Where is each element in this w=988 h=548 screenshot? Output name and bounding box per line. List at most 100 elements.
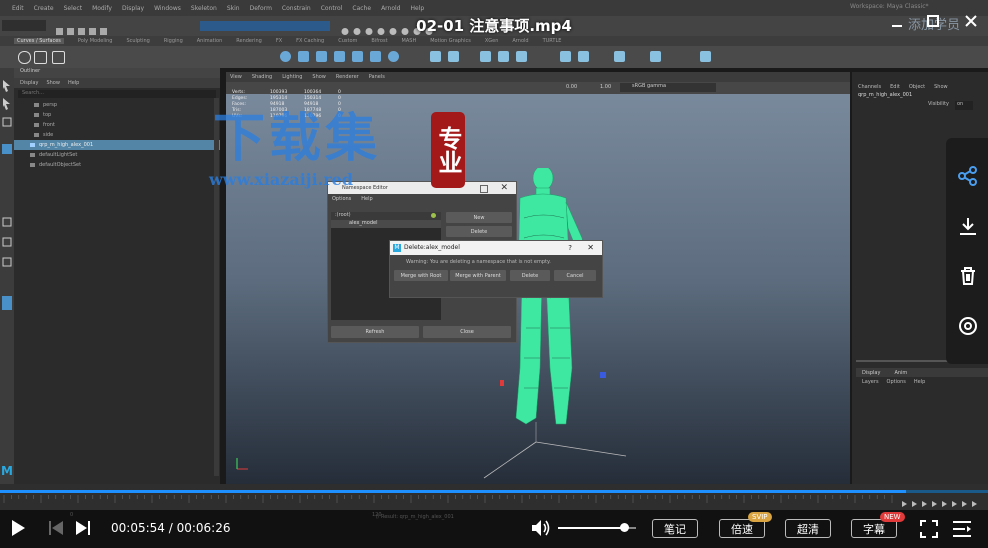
menu-arnold[interactable]: Arnold: [381, 5, 400, 12]
play-icon[interactable]: [10, 519, 26, 537]
ns-child[interactable]: alex_model: [331, 220, 441, 228]
share-icon[interactable]: [958, 166, 978, 186]
menu-display[interactable]: Display: [122, 5, 144, 12]
mirror-icon[interactable]: [700, 51, 711, 62]
outliner-menu-help[interactable]: Help: [68, 80, 79, 86]
menu-skin[interactable]: Skin: [227, 5, 240, 12]
shelf-tab[interactable]: FX: [276, 38, 282, 44]
menu-select[interactable]: Select: [64, 5, 83, 12]
separate-icon[interactable]: [448, 51, 459, 62]
layer-tab-display[interactable]: Display: [862, 370, 880, 376]
outliner-search-input[interactable]: Search...: [18, 90, 216, 98]
menu-help[interactable]: Help: [410, 5, 424, 12]
layer-menu-layers[interactable]: Layers: [862, 379, 879, 385]
torus-icon[interactable]: [370, 51, 381, 62]
ns-maximize-icon[interactable]: [480, 185, 488, 193]
shelf-tab[interactable]: MASH: [402, 38, 417, 44]
outliner-item[interactable]: front: [14, 120, 220, 130]
menu-edit[interactable]: Edit: [12, 5, 24, 12]
dialog-close-icon[interactable]: ✕: [587, 241, 594, 255]
layer-menu-options[interactable]: Options: [887, 379, 906, 385]
delete-dialog-delete-button[interactable]: Delete: [510, 270, 550, 281]
square-curve-icon[interactable]: [34, 51, 47, 64]
menu-cache[interactable]: Cache: [352, 5, 371, 12]
outliner-menu-show[interactable]: Show: [46, 80, 60, 86]
playback-controls[interactable]: [900, 494, 986, 507]
cb-menu-channels[interactable]: Channels: [858, 84, 881, 92]
next-icon[interactable]: [75, 520, 91, 536]
delete-dialog-cancel-button[interactable]: Cancel: [554, 270, 596, 281]
delete-dialog-merge-with-parent-button[interactable]: Merge with Parent: [450, 270, 506, 281]
shelf-tab[interactable]: Curves / Surfaces: [14, 38, 64, 44]
ns-root[interactable]: :(root): [331, 212, 441, 220]
ns-menu-options[interactable]: Options: [332, 196, 351, 202]
help-icon[interactable]: ?: [568, 241, 572, 255]
bevel-icon[interactable]: [516, 51, 527, 62]
curve-tool-icon[interactable]: [52, 51, 65, 64]
menu-skeleton[interactable]: Skeleton: [191, 5, 217, 12]
previous-icon[interactable]: [48, 520, 64, 536]
shelf-tab[interactable]: Poly Modeling: [78, 38, 113, 44]
menu-create[interactable]: Create: [34, 5, 54, 12]
color-space-dropdown[interactable]: sRGB gamma: [620, 83, 716, 92]
bridge-icon[interactable]: [498, 51, 509, 62]
cube-icon[interactable]: [298, 51, 309, 62]
target-weld-icon[interactable]: [578, 51, 589, 62]
mode-dropdown[interactable]: [2, 20, 46, 31]
ns-close-button[interactable]: Close: [423, 326, 511, 338]
outliner-item[interactable]: qrp_m_high_alex_001: [14, 140, 220, 150]
sphere-icon[interactable]: [280, 51, 291, 62]
multicut-icon[interactable]: [560, 51, 571, 62]
vp-menu-renderer[interactable]: Renderer: [336, 74, 359, 80]
shelf-tab[interactable]: TURTLE: [543, 38, 562, 44]
exposure-field[interactable]: 0.00: [566, 84, 577, 90]
volume-slider[interactable]: [558, 523, 636, 532]
vp-menu-panels[interactable]: Panels: [369, 74, 385, 80]
shelf-tab[interactable]: Motion Graphics: [430, 38, 471, 44]
platonic-icon[interactable]: [388, 51, 399, 62]
menu-control[interactable]: Control: [321, 5, 343, 12]
playlist-icon[interactable]: [952, 520, 972, 538]
outliner-menu-display[interactable]: Display: [20, 80, 38, 86]
outliner-item[interactable]: side: [14, 130, 220, 140]
ns-button[interactable]: Delete: [446, 226, 512, 237]
shelf-tab[interactable]: Rendering: [236, 38, 262, 44]
ns-menu-help[interactable]: Help: [361, 196, 372, 202]
delete-dialog-merge-with-root-button[interactable]: Merge with Root: [394, 270, 448, 281]
ns-button[interactable]: New: [446, 212, 512, 223]
extrude-icon[interactable]: [480, 51, 491, 62]
maximize-icon[interactable]: [926, 13, 940, 27]
combine-icon[interactable]: [430, 51, 441, 62]
notes-button[interactable]: 笔记: [652, 519, 698, 538]
shelf-tab[interactable]: FX Caching: [296, 38, 324, 44]
plane-icon[interactable]: [352, 51, 363, 62]
cone-icon[interactable]: [334, 51, 345, 62]
ns-close-icon[interactable]: ✕: [500, 182, 508, 194]
uv-editor-icon[interactable]: [614, 51, 625, 62]
layer-tab-anim[interactable]: Anim: [894, 370, 907, 376]
shelf-tab[interactable]: Custom: [338, 38, 357, 44]
trash-icon[interactable]: [958, 266, 978, 286]
circle-curve-icon[interactable]: [18, 51, 31, 64]
quality-button[interactable]: 超清: [785, 519, 831, 538]
shelf-tab[interactable]: Sculpting: [126, 38, 149, 44]
vp-menu-shading[interactable]: Shading: [252, 74, 272, 80]
cb-menu-object[interactable]: Object: [909, 84, 925, 92]
outliner-item[interactable]: top: [14, 110, 220, 120]
menu-deform[interactable]: Deform: [250, 5, 272, 12]
volume-icon[interactable]: [530, 518, 552, 538]
download-icon[interactable]: [958, 216, 978, 236]
minimize-icon[interactable]: [890, 13, 904, 27]
close-icon[interactable]: [964, 13, 978, 27]
vp-menu-view[interactable]: View: [230, 74, 242, 80]
gamma-field[interactable]: 1.00: [600, 84, 611, 90]
vp-menu-lighting[interactable]: Lighting: [282, 74, 302, 80]
shelf-tab[interactable]: Rigging: [164, 38, 183, 44]
outliner-item[interactable]: defaultLightSet: [14, 150, 220, 160]
shelf-tab[interactable]: Bifrost: [371, 38, 387, 44]
menu-constrain[interactable]: Constrain: [282, 5, 311, 12]
cb-menu-edit[interactable]: Edit: [890, 84, 900, 92]
layer-menu-help[interactable]: Help: [914, 379, 925, 385]
settings-icon[interactable]: [958, 316, 978, 336]
menu-modify[interactable]: Modify: [92, 5, 112, 12]
